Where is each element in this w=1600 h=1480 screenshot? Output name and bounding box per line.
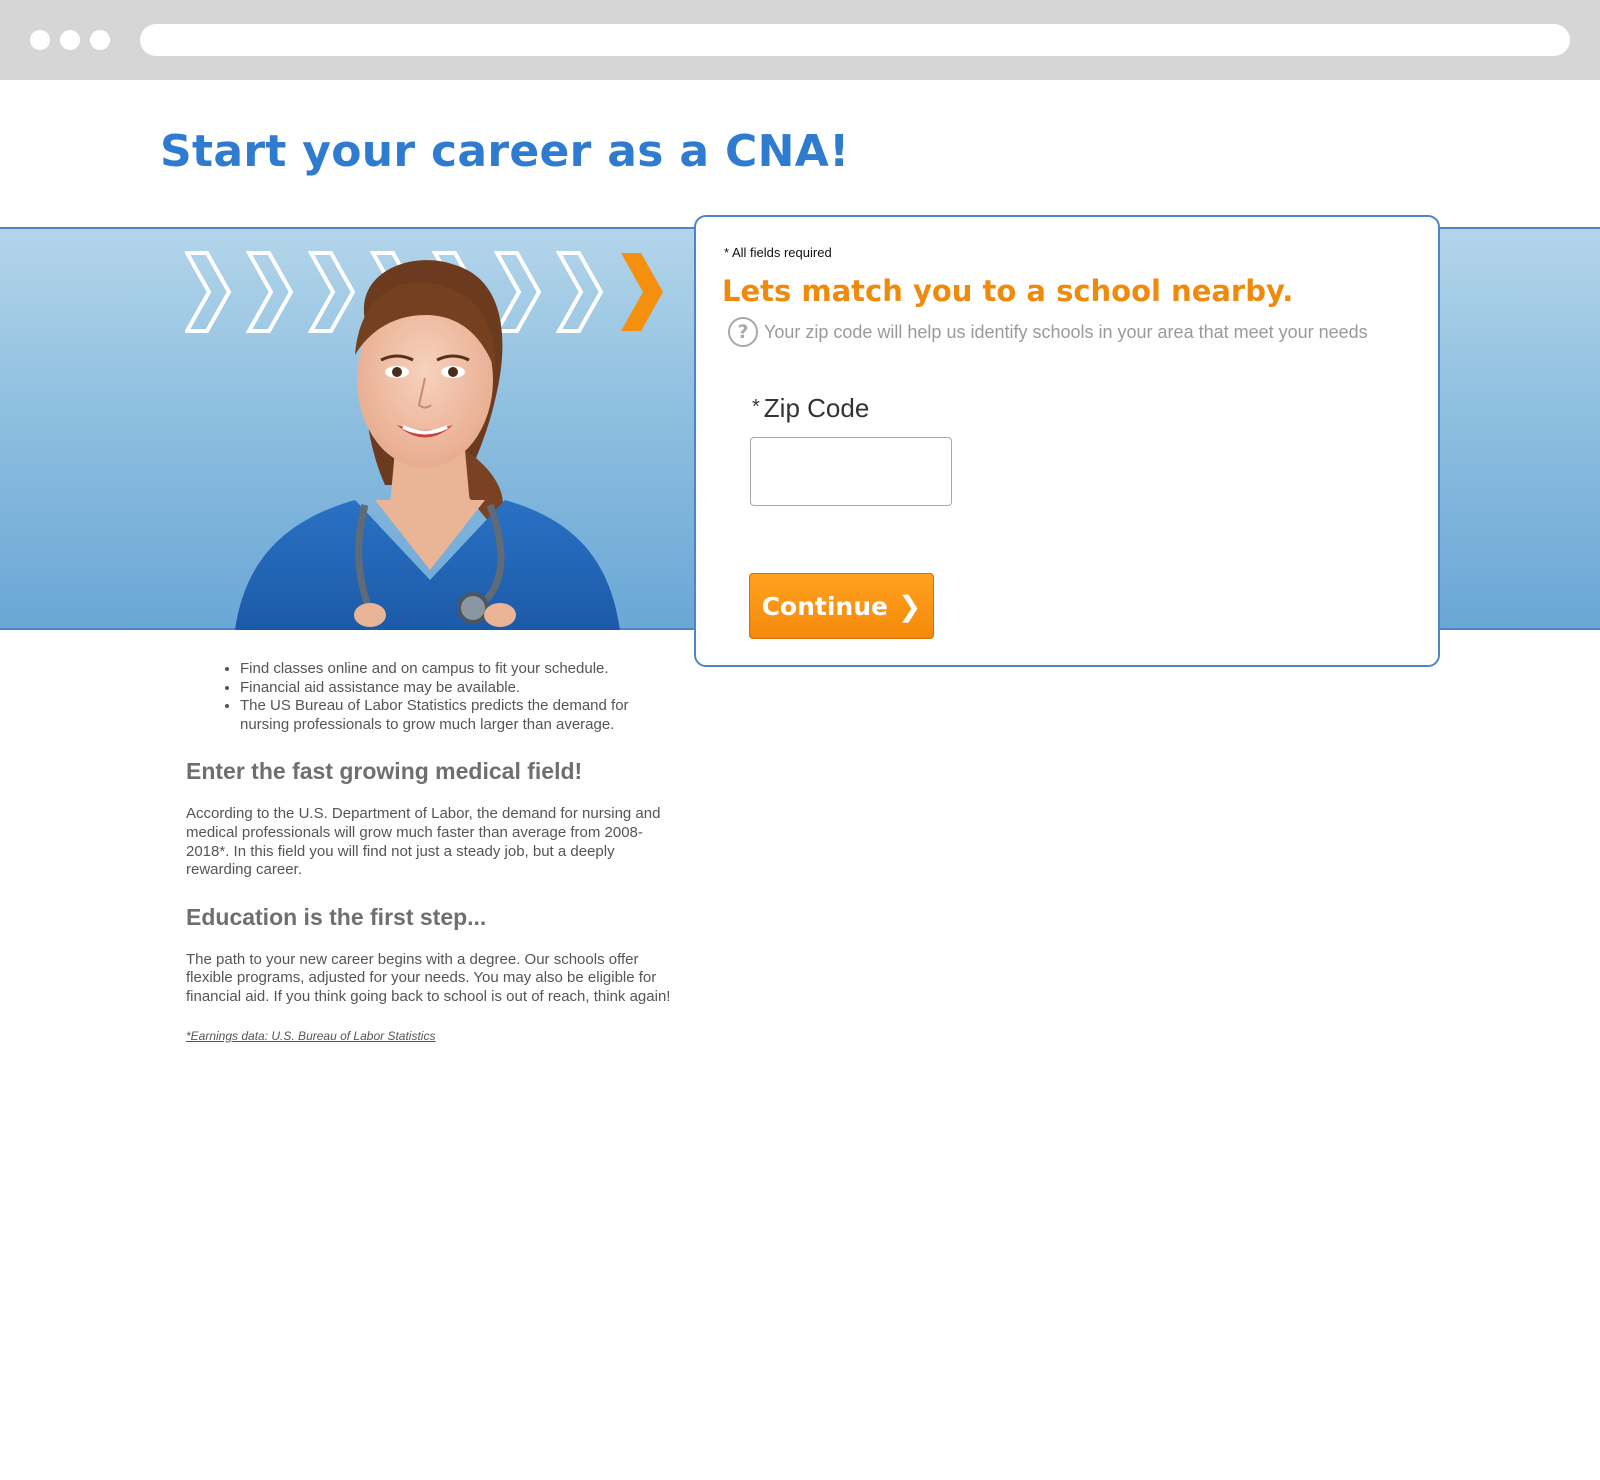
zip-code-input[interactable]: [750, 437, 952, 506]
required-asterisk: *: [752, 396, 760, 418]
required-fields-note: * All fields required: [724, 245, 832, 260]
list-item: The US Bureau of Labor Statistics predic…: [240, 697, 676, 734]
section-heading: Education is the first step...: [186, 903, 487, 930]
nurse-photo: [235, 260, 620, 630]
page-headline: Start your career as a CNA!: [160, 126, 850, 177]
list-item: Find classes online and on campus to fit…: [240, 660, 676, 679]
chevron-icon: [185, 251, 232, 333]
browser-chrome: [0, 0, 1600, 80]
benefits-list: Find classes online and on campus to fit…: [186, 660, 676, 734]
continue-button-label: Continue: [761, 591, 888, 621]
section-paragraph: The path to your new career begins with …: [186, 950, 671, 1005]
zip-code-label: * Zip Code: [752, 393, 869, 424]
continue-button[interactable]: Continue ❯: [749, 573, 934, 639]
list-item: Financial aid assistance may be availabl…: [240, 679, 676, 698]
window-control-dot[interactable]: [30, 30, 50, 50]
help-text: Your zip code will help us identify scho…: [764, 321, 1368, 342]
address-bar[interactable]: [140, 24, 1570, 56]
section-paragraph: According to the U.S. Department of Labo…: [186, 805, 661, 879]
lead-form-card: * All fields required Lets match you to …: [694, 215, 1440, 667]
question-circle-icon[interactable]: ?: [728, 317, 758, 347]
form-title: Lets match you to a school nearby.: [722, 274, 1294, 308]
earnings-data-footnote-link[interactable]: *Earnings data: U.S. Bureau of Labor Sta…: [186, 1029, 435, 1043]
chevron-right-icon: ❯: [897, 589, 922, 623]
window-control-dot[interactable]: [90, 30, 110, 50]
help-row: ? Your zip code will help us identify sc…: [728, 317, 1368, 347]
window-control-dot[interactable]: [60, 30, 80, 50]
main-content: Find classes online and on campus to fit…: [186, 660, 676, 1045]
zip-code-label-text: Zip Code: [763, 393, 870, 423]
section-heading: Enter the fast growing medical field!: [186, 758, 583, 785]
